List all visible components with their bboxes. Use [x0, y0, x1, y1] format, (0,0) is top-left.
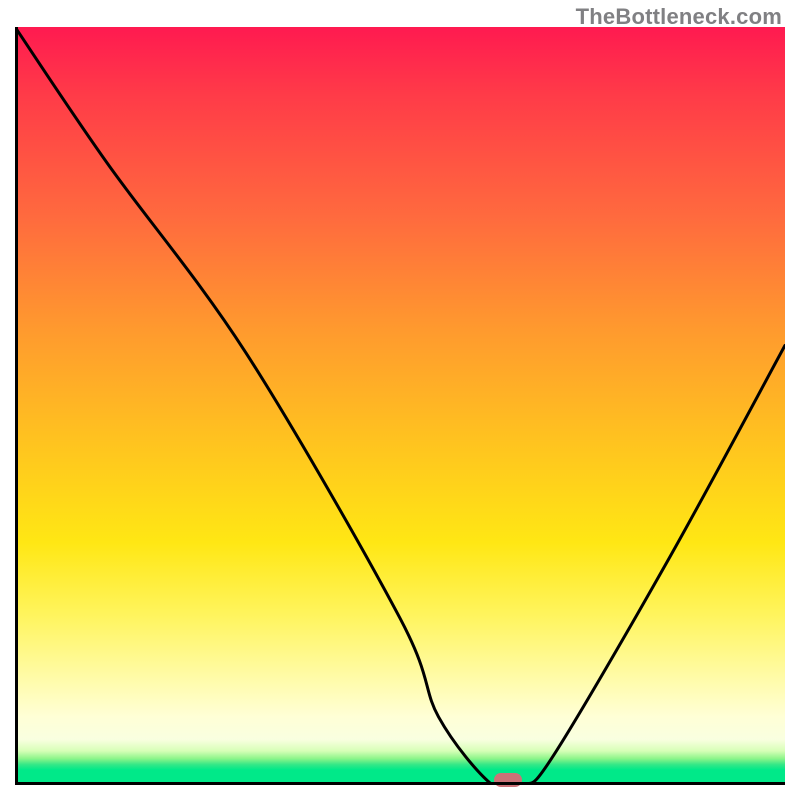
- plot-area: [15, 27, 785, 785]
- y-axis-line: [15, 27, 18, 785]
- bottleneck-curve: [15, 27, 785, 785]
- x-axis-line: [15, 782, 785, 785]
- chart-container: TheBottleneck.com: [0, 0, 800, 800]
